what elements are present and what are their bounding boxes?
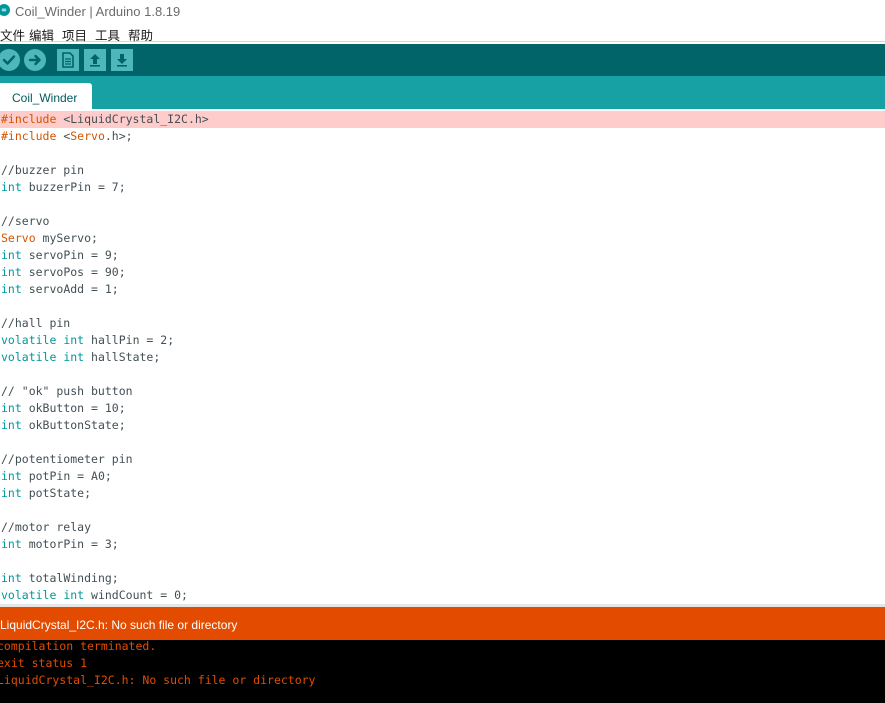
error-message: LiquidCrystal_I2C.h: No such file or dir… <box>0 618 238 632</box>
open-button[interactable] <box>84 49 106 71</box>
code-line: #include <LiquidCrystal_I2C.h> <box>0 111 885 128</box>
verify-button[interactable] <box>0 49 20 71</box>
code-line: int potState; <box>1 486 92 500</box>
upload-icon <box>28 54 41 66</box>
window-title: Coil_Winder | Arduino 1.8.19 <box>15 4 181 19</box>
code-line: #include <Servo.h>; <box>1 129 133 143</box>
tab-label: Coil_Winder <box>12 91 78 105</box>
code-line: int okButton = 10; <box>1 401 126 415</box>
code-line: //potentiometer pin <box>1 452 133 466</box>
code-line: int potPin = A0; <box>1 469 112 483</box>
menu-help[interactable]: 帮助 <box>128 25 153 44</box>
menu-file[interactable]: 文件 <box>0 25 25 44</box>
console-output[interactable]: compilation terminated. exit status 1 Li… <box>0 640 885 703</box>
arduino-logo-icon: ∞ <box>0 4 10 16</box>
tab-coil-winder[interactable]: Coil_Winder <box>0 83 92 109</box>
menu-sketch[interactable]: 项目 <box>62 25 87 44</box>
code-line: int servoPin = 9; <box>1 248 119 262</box>
code-line: int servoAdd = 1; <box>1 282 119 296</box>
upload-button[interactable] <box>24 49 46 71</box>
save-button[interactable] <box>111 49 133 71</box>
new-file-icon <box>62 52 74 68</box>
console-line: exit status 1 <box>0 656 88 670</box>
verify-icon <box>2 55 16 65</box>
code-line: //hall pin <box>1 316 71 330</box>
error-status-bar: LiquidCrystal_I2C.h: No such file or dir… <box>0 607 885 640</box>
title-bar: ∞ Coil_Winder | Arduino 1.8.19 <box>0 0 885 23</box>
code-line: volatile int windCount = 0; <box>1 588 188 602</box>
code-line: int motorPin = 3; <box>1 537 119 551</box>
code-line: //buzzer pin <box>1 163 85 177</box>
code-line: int okButtonState; <box>1 418 126 432</box>
code-line: Servo myServo; <box>1 231 98 245</box>
code-line: //servo <box>1 214 50 228</box>
code-line: volatile int hallState; <box>1 350 161 364</box>
open-icon <box>90 54 100 67</box>
console-line: compilation terminated. <box>0 640 157 653</box>
menu-bar: 文件 编辑 项目 工具 帮助 <box>0 23 885 44</box>
code-line: // "ok" push button <box>1 384 133 398</box>
new-button[interactable] <box>57 49 79 71</box>
code-editor[interactable]: #include <LiquidCrystal_I2C.h> #include <… <box>0 110 885 605</box>
menu-tools[interactable]: 工具 <box>95 25 120 44</box>
code-line: int totalWinding; <box>1 571 119 585</box>
code-line: volatile int hallPin = 2; <box>1 333 175 347</box>
menu-edit[interactable]: 编辑 <box>29 25 54 44</box>
save-icon <box>117 54 127 67</box>
toolbar <box>0 44 885 76</box>
tab-strip: Coil_Winder <box>0 76 885 109</box>
console-line: LiquidCrystal_I2C.h: No such file or dir… <box>0 673 316 687</box>
code-line: int servoPos = 90; <box>1 265 126 279</box>
code-line: //motor relay <box>1 520 92 534</box>
code-line: int buzzerPin = 7; <box>1 180 126 194</box>
